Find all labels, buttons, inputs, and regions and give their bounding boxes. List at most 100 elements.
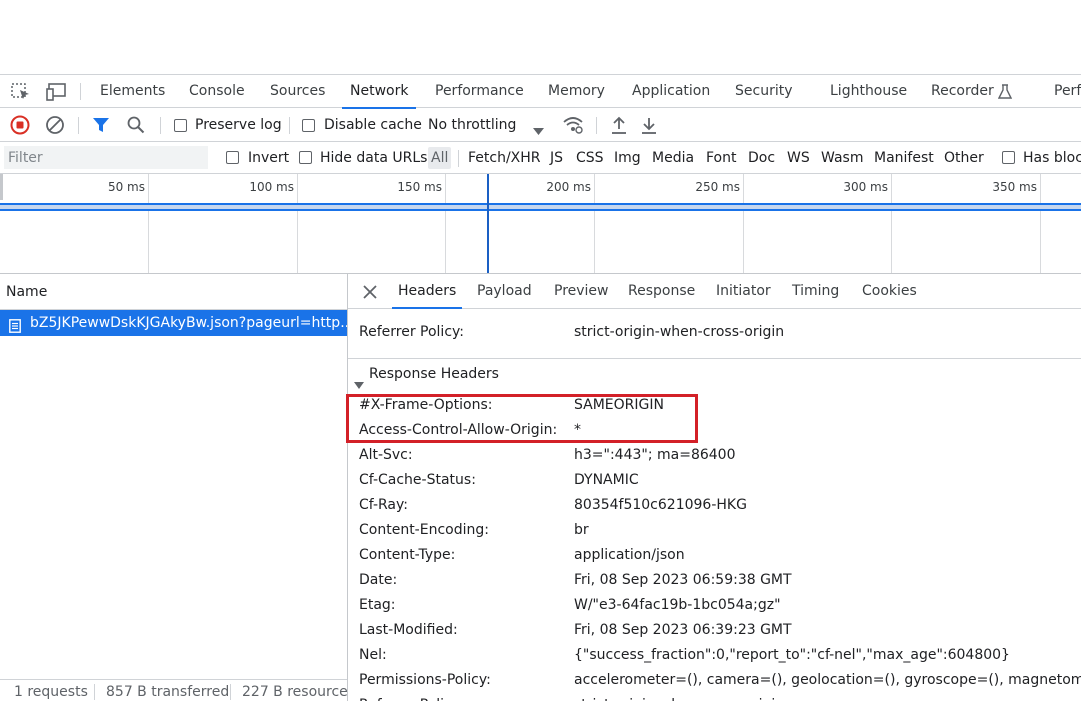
header-value: 104.21.45.169:443	[574, 309, 708, 317]
invert-checkbox[interactable]	[226, 151, 239, 164]
load-event-marker	[487, 174, 489, 273]
tick-label: 100 ms	[249, 180, 294, 194]
filter-type-manifest[interactable]: Manifest	[874, 142, 934, 174]
has-blocked-cookies-checkbox[interactable]	[1002, 151, 1015, 164]
request-row[interactable]: bZ5JKPewwDskKJGAkyBw.json?pageurl=http..…	[0, 310, 347, 336]
header-key: Nel:	[359, 647, 387, 663]
header-key: Permissions-Policy:	[359, 672, 491, 688]
tick-label: 150 ms	[397, 180, 442, 194]
filter-type-wasm[interactable]: Wasm	[821, 142, 863, 174]
filter-bar: Invert Hide data URLs All Fetch/XHR JS C…	[0, 142, 1081, 174]
request-details-pane: Headers Payload Preview Response Initiat…	[348, 274, 1081, 701]
filter-type-ws[interactable]: WS	[787, 142, 810, 174]
header-value: strict-origin-when-cross-origin	[574, 324, 785, 340]
filter-type-media[interactable]: Media	[652, 142, 694, 174]
header-value: {"success_fraction":0,"report_to":"cf-ne…	[574, 647, 1010, 663]
hide-data-urls-label[interactable]: Hide data URLs	[320, 142, 427, 174]
tab-response[interactable]: Response	[628, 274, 695, 308]
clear-icon[interactable]	[45, 115, 65, 139]
request-timing-bar	[0, 203, 1081, 211]
filter-type-other[interactable]: Other	[944, 142, 984, 174]
tab-console[interactable]: Console	[189, 75, 245, 108]
devtools-main-tabbar: Elements Console Sources Network Perform…	[0, 74, 1081, 109]
tab-timing[interactable]: Timing	[792, 274, 839, 308]
search-icon[interactable]	[127, 116, 145, 138]
network-conditions-icon[interactable]	[562, 115, 584, 139]
filter-icon[interactable]	[92, 116, 110, 138]
header-key: Remote Address:	[359, 309, 478, 317]
close-icon[interactable]	[363, 284, 377, 303]
header-key: Cf-Cache-Status:	[359, 472, 476, 488]
highlight-annotation-box	[346, 394, 698, 443]
tab-payload[interactable]: Payload	[477, 274, 532, 308]
tick-label: 300 ms	[843, 180, 888, 194]
header-value: W/"e3-64fac19b-1bc054a;gz"	[574, 597, 781, 613]
flask-icon	[997, 84, 1013, 104]
request-count: 1 requests	[14, 684, 88, 700]
header-value: accelerometer=(), camera=(), geolocation…	[574, 672, 1081, 688]
export-har-icon[interactable]	[640, 115, 658, 139]
tab-network[interactable]: Network	[341, 75, 418, 109]
request-name: bZ5JKPewwDskKJGAkyBw.json?pageurl=http..…	[30, 315, 347, 331]
invert-label[interactable]: Invert	[248, 142, 289, 174]
section-title: Response Headers	[369, 366, 499, 382]
response-headers-section-toggle[interactable]: Response Headers	[348, 358, 1081, 390]
preserve-log-label[interactable]: Preserve log	[195, 108, 282, 142]
timeline-overview[interactable]: 50 ms 100 ms 150 ms 200 ms 250 ms 300 ms…	[0, 174, 1081, 274]
preserve-log-checkbox[interactable]	[174, 119, 187, 132]
request-list-pane: Name bZ5JKPewwDskKJGAkyBw.json?pageurl=h…	[0, 274, 348, 701]
header-value: application/json	[574, 547, 685, 563]
filter-type-all[interactable]: All	[428, 147, 452, 169]
has-blocked-cookies-label[interactable]: Has bloc	[1023, 142, 1081, 174]
document-icon	[9, 316, 21, 336]
tab-cookies[interactable]: Cookies	[862, 274, 917, 308]
overview-resize-handle[interactable]	[0, 174, 3, 200]
header-value: h3=":443"; ma=86400	[574, 447, 736, 463]
tab-lighthouse[interactable]: Lighthouse	[830, 75, 907, 108]
filter-type-img[interactable]: Img	[614, 142, 641, 174]
filter-type-fetch-xhr[interactable]: Fetch/XHR	[468, 142, 541, 174]
device-toolbar-icon[interactable]	[46, 83, 68, 105]
filter-input[interactable]	[4, 146, 208, 169]
throttling-select[interactable]: No throttling	[428, 108, 516, 142]
header-value: 80354f510c621096-HKG	[574, 497, 747, 513]
stop-recording-icon[interactable]	[10, 115, 30, 139]
header-key: Referrer Policy:	[359, 324, 464, 340]
tab-security[interactable]: Security	[735, 75, 793, 108]
disable-cache-label[interactable]: Disable cache	[324, 108, 422, 142]
resources-size: 227 B resources	[242, 684, 347, 700]
general-row-clipped: Remote Address: 104.21.45.169:443	[348, 309, 1081, 317]
tick-label: 200 ms	[546, 180, 591, 194]
chevron-down-icon[interactable]	[533, 121, 544, 140]
tick-label: 50 ms	[107, 180, 145, 194]
tab-performance[interactable]: Performance	[435, 75, 524, 108]
tab-memory[interactable]: Memory	[548, 75, 605, 108]
filter-type-js[interactable]: JS	[550, 142, 563, 174]
hide-data-urls-checkbox[interactable]	[299, 151, 312, 164]
tick-label: 350 ms	[992, 180, 1037, 194]
filter-type-doc[interactable]: Doc	[748, 142, 775, 174]
header-key: Alt-Svc:	[359, 447, 413, 463]
network-status-bar: 1 requests 857 B transferred 227 B resou…	[0, 679, 347, 702]
inspect-element-icon[interactable]	[11, 83, 31, 105]
import-har-icon[interactable]	[610, 115, 628, 139]
header-key: Content-Encoding:	[359, 522, 489, 538]
header-value: Fri, 08 Sep 2023 06:59:38 GMT	[574, 572, 792, 588]
tab-performance-insights[interactable]: Perfo	[1054, 75, 1081, 108]
tab-sources[interactable]: Sources	[270, 75, 325, 108]
header-value: br	[574, 522, 589, 538]
tab-preview[interactable]: Preview	[554, 274, 609, 308]
tab-initiator[interactable]: Initiator	[716, 274, 771, 308]
header-value: DYNAMIC	[574, 472, 639, 488]
tab-recorder[interactable]: Recorder	[931, 75, 994, 108]
tab-application[interactable]: Application	[632, 75, 710, 108]
name-column-header[interactable]: Name	[0, 274, 347, 310]
header-value: strict-origin-when-cross-origin	[574, 693, 784, 701]
header-value: Fri, 08 Sep 2023 06:39:23 GMT	[574, 622, 792, 638]
filter-type-font[interactable]: Font	[706, 142, 736, 174]
disable-cache-checkbox[interactable]	[302, 119, 315, 132]
filter-type-css[interactable]: CSS	[576, 142, 604, 174]
tab-headers[interactable]: Headers	[391, 274, 463, 309]
header-key: Date:	[359, 572, 398, 588]
tab-elements[interactable]: Elements	[100, 75, 165, 108]
